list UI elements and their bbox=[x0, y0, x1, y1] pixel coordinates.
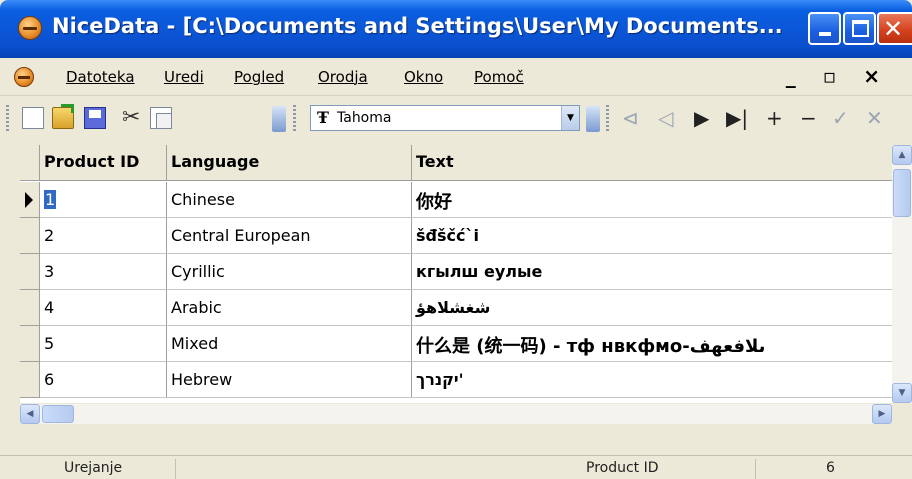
prev-record-icon[interactable]: ◁ bbox=[658, 105, 673, 131]
status-bar: Urejanje Product ID 6 bbox=[0, 455, 912, 479]
menu-datoteka[interactable]: Datoteka bbox=[66, 68, 135, 86]
maximize-icon bbox=[852, 20, 869, 37]
cell-language[interactable]: Arabic bbox=[167, 290, 412, 326]
cell-text[interactable]: 你好 bbox=[412, 182, 892, 218]
toolbar: ✂ Ŧ Tahoma ▼ ⊲ ◁ ▶ ▶| + − ✓ ✕ bbox=[0, 97, 912, 139]
cell-language[interactable]: Cyrillic bbox=[167, 254, 412, 290]
toolbar-chevron[interactable] bbox=[586, 106, 600, 132]
cell-language[interactable]: Mixed bbox=[167, 326, 412, 362]
scroll-right-icon[interactable]: ▶ bbox=[872, 404, 892, 424]
horizontal-scroll-thumb[interactable] bbox=[42, 405, 74, 423]
horizontal-scrollbar[interactable]: ◀ ▶ bbox=[20, 404, 892, 424]
toolbar-grip[interactable] bbox=[606, 105, 609, 131]
cell-text[interactable]: 什么是 (统一码) - тф нвкфмо-ىلافعهف bbox=[412, 326, 892, 362]
add-record-icon[interactable]: + bbox=[766, 105, 783, 131]
vertical-scrollbar[interactable]: ▲ ▼ bbox=[892, 145, 912, 403]
row-indicator[interactable] bbox=[20, 326, 40, 362]
cell-product-id-value: 1 bbox=[44, 190, 57, 209]
cell-text[interactable]: šđščć`i bbox=[412, 218, 892, 254]
save-icon[interactable] bbox=[84, 107, 106, 129]
delete-record-icon[interactable]: − bbox=[800, 105, 817, 131]
scroll-up-icon[interactable]: ▲ bbox=[892, 145, 912, 165]
status-mode: Urejanje bbox=[0, 459, 176, 479]
app-icon[interactable] bbox=[18, 16, 42, 40]
window-title: NiceData - [C:\Documents and Settings\Us… bbox=[52, 14, 783, 38]
cell-language[interactable]: Central European bbox=[167, 218, 412, 254]
close-icon: ✕ bbox=[883, 15, 904, 43]
new-file-icon[interactable] bbox=[22, 107, 44, 129]
cell-text[interactable]: кгылш еулые bbox=[412, 254, 892, 290]
mdi-window-controls[interactable]: _ ▫ × bbox=[786, 64, 890, 88]
current-row-icon bbox=[25, 192, 33, 208]
font-select[interactable]: Ŧ Tahoma ▼ bbox=[310, 105, 580, 131]
close-button[interactable]: ✕ bbox=[877, 12, 912, 45]
document-icon[interactable] bbox=[14, 67, 34, 87]
menu-orodja[interactable]: Orodja bbox=[318, 68, 368, 86]
row-indicator[interactable] bbox=[20, 362, 40, 398]
copy-icon[interactable] bbox=[150, 107, 172, 129]
minimize-button[interactable] bbox=[808, 12, 841, 45]
cell-text[interactable]: יקנרך' bbox=[412, 362, 892, 398]
cell-product-id[interactable]: 1 bbox=[40, 182, 167, 218]
row-indicator[interactable] bbox=[20, 218, 40, 254]
cell-product-id[interactable]: 3 bbox=[40, 254, 167, 290]
row-indicator[interactable] bbox=[20, 254, 40, 290]
dropdown-arrow-icon[interactable]: ▼ bbox=[561, 106, 579, 130]
toolbar-chevron[interactable] bbox=[272, 106, 286, 132]
header-corner bbox=[20, 145, 40, 181]
title-bar[interactable]: NiceData - [C:\Documents and Settings\Us… bbox=[0, 0, 912, 58]
minimize-icon bbox=[819, 32, 831, 36]
first-record-icon[interactable]: ⊲ bbox=[622, 105, 639, 131]
cell-text[interactable]: شغشلاهؤ bbox=[412, 290, 892, 326]
menu-bar: Datoteka Uredi Pogled Orodja Okno Pomoč … bbox=[0, 58, 912, 96]
vertical-scroll-thumb[interactable] bbox=[893, 169, 911, 217]
row-indicator[interactable] bbox=[20, 182, 40, 218]
scroll-down-icon[interactable]: ▼ bbox=[892, 383, 912, 403]
status-field: Product ID bbox=[176, 459, 756, 479]
status-record-count: 6 bbox=[826, 460, 835, 476]
last-record-icon[interactable]: ▶| bbox=[726, 105, 748, 131]
cell-product-id[interactable]: 2 bbox=[40, 218, 167, 254]
font-value: Tahoma bbox=[337, 110, 392, 126]
cell-language[interactable]: Chinese bbox=[167, 182, 412, 218]
menu-pogled[interactable]: Pogled bbox=[234, 68, 284, 86]
toolbar-grip[interactable] bbox=[6, 105, 9, 131]
cell-product-id[interactable]: 4 bbox=[40, 290, 167, 326]
next-record-icon[interactable]: ▶ bbox=[694, 105, 709, 131]
data-grid[interactable]: Product ID Language Text 1 Chinese 你好 2 … bbox=[20, 145, 892, 403]
cell-language[interactable]: Hebrew bbox=[167, 362, 412, 398]
toolbar-grip[interactable] bbox=[293, 105, 296, 131]
cut-icon[interactable]: ✂ bbox=[122, 107, 144, 129]
cancel-edit-icon[interactable]: ✕ bbox=[866, 105, 883, 131]
menu-pomoc[interactable]: Pomoč bbox=[474, 68, 524, 86]
column-header-product-id[interactable]: Product ID bbox=[40, 145, 167, 181]
post-edit-icon[interactable]: ✓ bbox=[832, 105, 849, 131]
menu-okno[interactable]: Okno bbox=[404, 68, 443, 86]
column-header-text[interactable]: Text bbox=[412, 145, 892, 181]
grid-header: Product ID Language Text bbox=[20, 145, 892, 181]
column-header-language[interactable]: Language bbox=[167, 145, 412, 181]
scroll-left-icon[interactable]: ◀ bbox=[20, 404, 40, 424]
maximize-button[interactable] bbox=[843, 12, 876, 45]
cell-product-id[interactable]: 5 bbox=[40, 326, 167, 362]
open-folder-icon[interactable] bbox=[52, 104, 74, 129]
menu-uredi[interactable]: Uredi bbox=[164, 68, 204, 86]
row-indicator[interactable] bbox=[20, 290, 40, 326]
cell-product-id[interactable]: 6 bbox=[40, 362, 167, 398]
font-icon: Ŧ bbox=[317, 108, 329, 127]
